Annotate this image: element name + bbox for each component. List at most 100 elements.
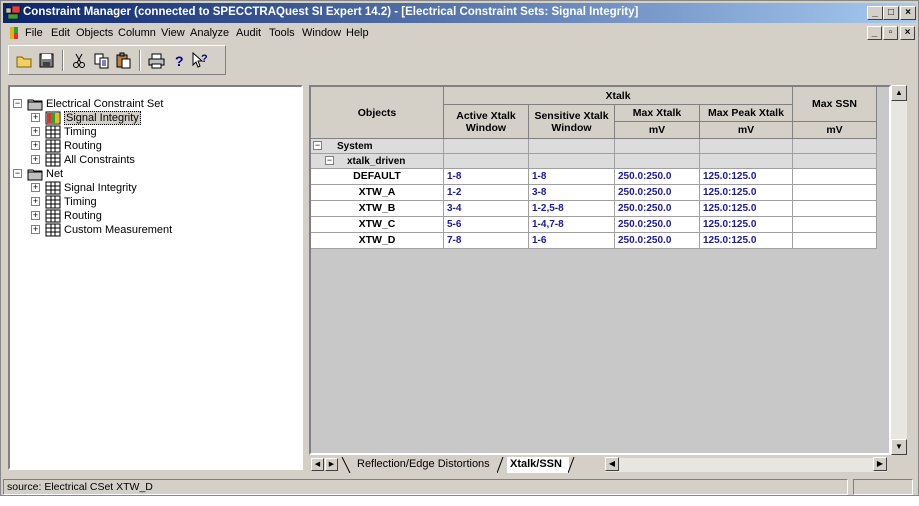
tab-scroll-left-icon[interactable]: ◀ [311, 458, 324, 471]
constraint-tree[interactable]: − Electrical Constraint Set + Signal Int… [8, 85, 303, 470]
active-window-cell[interactable]: 1-8 [444, 169, 529, 185]
table-cell[interactable] [444, 154, 529, 169]
object-name-cell[interactable]: XTW_C [311, 217, 444, 233]
close-button[interactable]: × [900, 6, 916, 20]
mdi-restore-button[interactable]: ▫ [883, 26, 898, 40]
objects-column-header[interactable]: Objects [311, 87, 444, 139]
sensitive-xtalk-window-header[interactable]: Sensitive Xtalk Window [529, 105, 615, 139]
max-xtalk-cell[interactable]: 250.0:250.0 [615, 217, 700, 233]
table-cell[interactable] [615, 154, 700, 169]
sensitive-window-cell[interactable]: 1-6 [529, 233, 615, 249]
expand-icon[interactable]: + [31, 127, 40, 136]
active-window-cell[interactable]: 3-4 [444, 201, 529, 217]
tab-scroll-right-icon[interactable]: ▶ [325, 458, 338, 471]
max-peak-xtalk-header[interactable]: Max Peak Xtalk [700, 105, 793, 122]
collapse-icon[interactable]: − [13, 169, 22, 178]
open-icon[interactable] [14, 50, 35, 71]
max-peak-xtalk-cell[interactable]: 125.0:125.0 [700, 201, 793, 217]
xtalk-group-header[interactable]: Xtalk [444, 87, 793, 105]
expand-icon[interactable]: + [31, 141, 40, 150]
menu-audit[interactable]: Audit [236, 27, 261, 39]
max-ssn-cell[interactable] [793, 201, 877, 217]
expand-icon[interactable]: + [31, 211, 40, 220]
paste-icon[interactable] [113, 50, 134, 71]
max-ssn-cell[interactable] [793, 233, 877, 249]
table-cell[interactable] [615, 139, 700, 154]
max-xtalk-header[interactable]: Max Xtalk [615, 105, 700, 122]
horizontal-scrollbar[interactable]: ◀ ▶ [605, 457, 887, 472]
mdi-minimize-button[interactable]: _ [867, 26, 882, 40]
menu-help[interactable]: Help [346, 27, 369, 39]
save-icon[interactable] [36, 50, 57, 71]
object-name-cell[interactable]: XTW_A [311, 185, 444, 201]
table-cell[interactable] [444, 139, 529, 154]
max-ssn-header[interactable]: Max SSN [793, 87, 877, 122]
minimize-button[interactable]: _ [867, 6, 883, 20]
worksheet-icon [45, 195, 61, 209]
max-peak-xtalk-cell[interactable]: 125.0:125.0 [700, 233, 793, 249]
menu-objects[interactable]: Objects [76, 27, 113, 39]
title-bar[interactable]: Constraint Manager (connected to SPECCTR… [3, 3, 916, 23]
object-name-cell[interactable]: XTW_D [311, 233, 444, 249]
active-window-cell[interactable]: 7-8 [444, 233, 529, 249]
sensitive-window-cell[interactable]: 3-8 [529, 185, 615, 201]
table-cell[interactable] [529, 154, 615, 169]
menu-edit[interactable]: Edit [51, 27, 70, 39]
collapse-icon[interactable]: − [325, 156, 334, 165]
menu-window[interactable]: Window [302, 27, 341, 39]
table-cell[interactable] [529, 139, 615, 154]
worksheet-icon [45, 125, 61, 139]
active-window-cell[interactable]: 5-6 [444, 217, 529, 233]
system-row[interactable]: System [311, 139, 444, 154]
expand-icon[interactable]: + [31, 183, 40, 192]
print-icon[interactable] [146, 50, 167, 71]
table-cell[interactable] [700, 154, 793, 169]
max-xtalk-cell[interactable]: 250.0:250.0 [615, 169, 700, 185]
collapse-icon[interactable]: − [313, 141, 322, 150]
table-cell[interactable] [793, 139, 877, 154]
table-cell[interactable] [700, 139, 793, 154]
max-peak-xtalk-cell[interactable]: 125.0:125.0 [700, 185, 793, 201]
expand-icon[interactable]: + [31, 113, 40, 122]
scroll-up-icon[interactable]: ▲ [891, 85, 907, 101]
sensitive-window-cell[interactable]: 1-2,5-8 [529, 201, 615, 217]
expand-icon[interactable]: + [31, 155, 40, 164]
menu-tools[interactable]: Tools [269, 27, 295, 39]
max-xtalk-cell[interactable]: 250.0:250.0 [615, 233, 700, 249]
resize-grip-icon[interactable] [853, 479, 913, 495]
max-ssn-cell[interactable] [793, 185, 877, 201]
menu-analyze[interactable]: Analyze [190, 27, 229, 39]
max-peak-xtalk-cell[interactable]: 125.0:125.0 [700, 169, 793, 185]
copy-icon[interactable] [91, 50, 112, 71]
max-ssn-cell[interactable] [793, 217, 877, 233]
tab-xtalk-ssn[interactable]: Xtalk/SSN [507, 457, 569, 473]
sensitive-window-cell[interactable]: 1-4,7-8 [529, 217, 615, 233]
table-cell[interactable] [793, 154, 877, 169]
max-xtalk-cell[interactable]: 250.0:250.0 [615, 201, 700, 217]
scroll-right-icon[interactable]: ▶ [873, 457, 887, 471]
active-window-cell[interactable]: 1-2 [444, 185, 529, 201]
max-ssn-cell[interactable] [793, 169, 877, 185]
help-icon[interactable]: ? [168, 50, 189, 71]
menu-view[interactable]: View [161, 27, 185, 39]
menu-file[interactable]: File [25, 27, 43, 39]
sensitive-window-cell[interactable]: 1-8 [529, 169, 615, 185]
vertical-scrollbar[interactable]: ▲ ▼ [891, 85, 907, 455]
context-help-icon[interactable]: ? [190, 50, 211, 71]
active-xtalk-window-header[interactable]: Active Xtalk Window [444, 105, 529, 139]
object-name-cell[interactable]: XTW_B [311, 201, 444, 217]
menu-column[interactable]: Column [118, 27, 156, 39]
max-xtalk-cell[interactable]: 250.0:250.0 [615, 185, 700, 201]
scroll-left-icon[interactable]: ◀ [605, 457, 619, 471]
cut-icon[interactable] [69, 50, 90, 71]
object-name-cell[interactable]: DEFAULT [311, 169, 444, 185]
constraint-worksheet[interactable]: Objects Xtalk Active Xtalk Window Sensit… [309, 85, 891, 455]
expand-icon[interactable]: + [31, 225, 40, 234]
mdi-close-button[interactable]: × [900, 26, 915, 40]
tab-reflection-edge-distortions[interactable]: Reflection/Edge Distortions [357, 457, 497, 473]
max-peak-xtalk-cell[interactable]: 125.0:125.0 [700, 217, 793, 233]
collapse-icon[interactable]: − [13, 99, 22, 108]
scroll-down-icon[interactable]: ▼ [891, 439, 907, 455]
maximize-button[interactable]: □ [883, 6, 899, 20]
expand-icon[interactable]: + [31, 197, 40, 206]
